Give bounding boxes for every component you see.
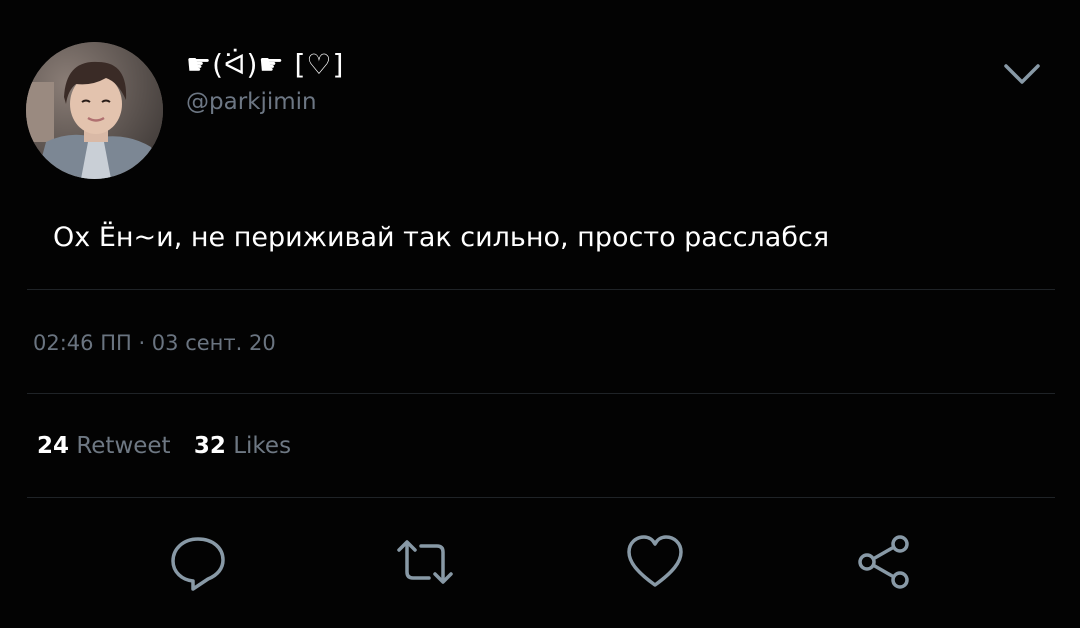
divider: [27, 289, 1055, 290]
divider: [27, 497, 1055, 498]
divider: [27, 393, 1055, 394]
user-handle[interactable]: @parkjimin: [186, 87, 317, 117]
tweet-stats: 24 Retweet 32 Likes: [37, 430, 307, 462]
retweet-count[interactable]: 24: [37, 433, 69, 459]
avatar-photo: [26, 42, 163, 179]
display-name[interactable]: ☛(ᐛ)☛ [♡]: [186, 46, 344, 84]
tweet-card: ☛(ᐛ)☛ [♡] @parkjimin Ох Ён~и, не перижив…: [0, 0, 1080, 628]
tweet-text: Ох Ён~и, не периживай так сильно, просто…: [53, 222, 830, 253]
tweet-timestamp[interactable]: 02:46 ПП · 03 сент. 20: [33, 328, 276, 358]
avatar[interactable]: [26, 42, 163, 179]
like-label[interactable]: Likes: [233, 433, 291, 459]
retweet-icon[interactable]: [395, 532, 455, 592]
share-icon[interactable]: [854, 532, 914, 592]
reply-icon[interactable]: [168, 532, 228, 592]
chevron-down-icon[interactable]: [1000, 56, 1044, 92]
retweet-label[interactable]: Retweet: [76, 433, 170, 459]
heart-icon[interactable]: [625, 532, 685, 592]
like-count[interactable]: 32: [194, 433, 226, 459]
